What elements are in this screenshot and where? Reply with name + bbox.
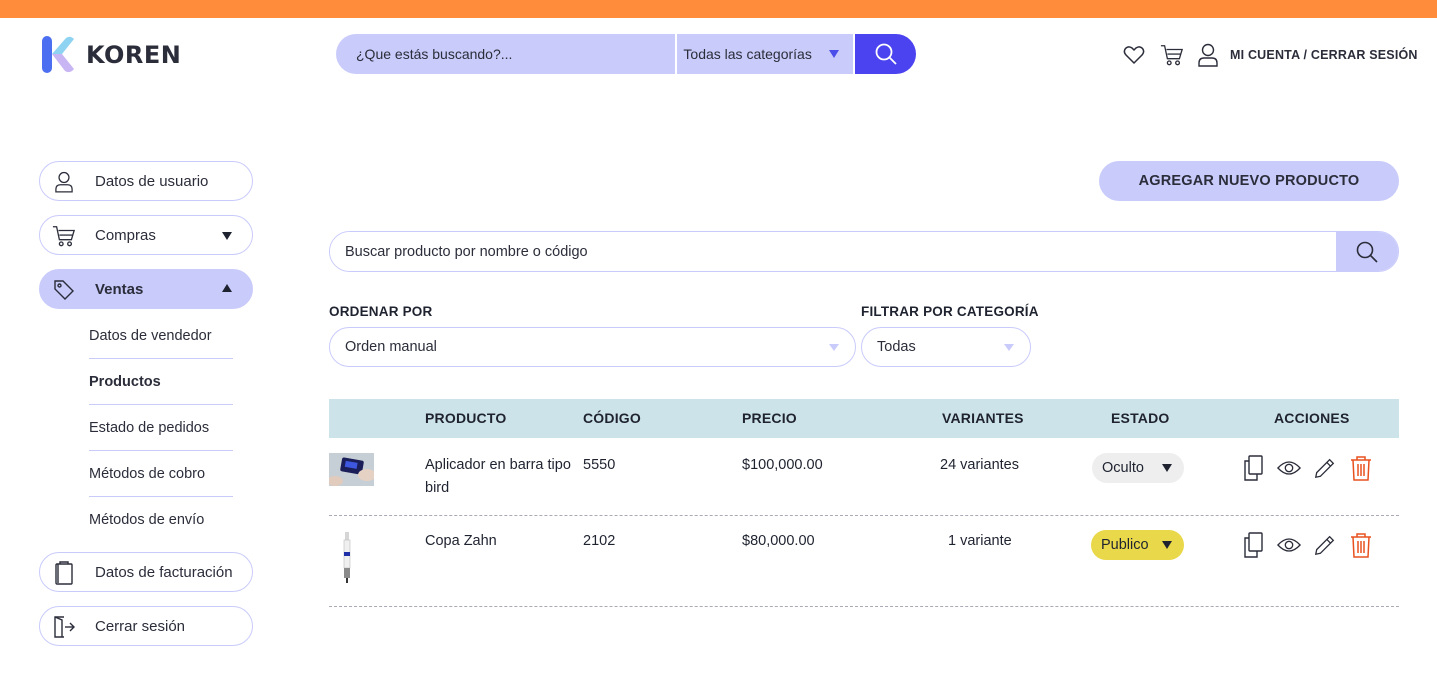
product-search	[329, 231, 1399, 272]
cart-icon	[1160, 45, 1184, 66]
sidebar-subitem-shipping-methods[interactable]: Métodos de envío	[89, 497, 233, 543]
tag-icon	[52, 278, 76, 302]
eye-icon[interactable]	[1277, 532, 1301, 558]
table-header: PRODUCTO CÓDIGO PRECIO VARIANTES ESTADO …	[329, 399, 1399, 438]
sort-label: ORDENAR POR	[329, 304, 433, 319]
chevron-up-icon	[222, 284, 232, 292]
logo[interactable]: KOREN	[40, 36, 181, 74]
account-button[interactable]	[1196, 42, 1220, 68]
sidebar-item-purchases[interactable]: Compras	[39, 215, 253, 255]
heart-icon	[1123, 46, 1145, 65]
category-filter-select[interactable]: Todas	[861, 327, 1031, 367]
sort-select[interactable]: Orden manual	[329, 327, 856, 367]
account-logout-link[interactable]: MI CUENTA / CERRAR SESIÓN	[1230, 48, 1418, 62]
top-accent-bar	[0, 0, 1437, 18]
status-select[interactable]: Oculto	[1092, 453, 1184, 483]
row-actions	[1241, 455, 1385, 481]
table-row: Aplicador en barra tipo bird 5550 $100,0…	[329, 438, 1399, 516]
column-header-variants[interactable]: VARIANTES	[942, 410, 1024, 426]
product-name[interactable]: Aplicador en barra tipo bird	[425, 454, 575, 500]
wishlist-button[interactable]	[1122, 42, 1146, 68]
product-code: 5550	[583, 457, 616, 473]
copy-icon[interactable]	[1241, 532, 1265, 558]
chevron-down-icon	[1162, 541, 1172, 549]
sidebar-item-billing[interactable]: Datos de facturación	[39, 552, 253, 592]
user-icon	[1198, 43, 1218, 67]
sidebar-item-sales[interactable]: Ventas	[39, 269, 253, 309]
column-header-price[interactable]: PRECIO	[742, 410, 797, 426]
chevron-down-icon	[1004, 344, 1014, 351]
column-header-product[interactable]: PRODUCTO	[425, 410, 506, 426]
search-icon	[875, 43, 897, 65]
logout-icon	[52, 615, 76, 639]
category-select[interactable]: Todas las categorías	[677, 34, 854, 74]
chevron-down-icon	[829, 344, 839, 351]
pencil-icon[interactable]	[1313, 532, 1337, 558]
product-thumbnail[interactable]	[329, 453, 374, 486]
filter-label: FILTRAR POR CATEGORÍA	[861, 304, 1039, 319]
user-icon	[52, 170, 76, 194]
product-code: 2102	[583, 533, 616, 549]
product-variants[interactable]: 24 variantes	[940, 454, 1019, 477]
sidebar-item-label: Compras	[95, 226, 156, 244]
column-header-code[interactable]: CÓDIGO	[583, 410, 641, 426]
sidebar-subitem-seller-data[interactable]: Datos de vendedor	[89, 313, 233, 359]
eye-icon[interactable]	[1277, 455, 1301, 481]
trash-icon[interactable]	[1349, 532, 1373, 558]
sidebar-item-logout[interactable]: Cerrar sesión	[39, 606, 253, 646]
row-actions	[1241, 532, 1385, 558]
status-value: Oculto	[1102, 460, 1144, 476]
brand-name: KOREN	[86, 41, 182, 69]
sidebar-item-user-data[interactable]: Datos de usuario	[39, 161, 253, 201]
table-row: Copa Zahn 2102 $80,000.00 1 variante Pub…	[329, 516, 1399, 607]
column-header-actions: ACCIONES	[1274, 410, 1350, 426]
koren-logo-icon	[40, 36, 78, 74]
header-search: Todas las categorías	[336, 34, 916, 74]
clipboard-icon	[52, 561, 76, 585]
product-thumbnail[interactable]	[339, 530, 355, 584]
sidebar-subitem-payment-methods[interactable]: Métodos de cobro	[89, 451, 233, 497]
product-search-input[interactable]	[330, 232, 1336, 271]
category-filter-value: Todas	[877, 339, 916, 355]
search-icon	[1356, 241, 1378, 263]
sidebar-subitem-products[interactable]: Productos	[89, 359, 233, 405]
add-product-button[interactable]: AGREGAR NUEVO PRODUCTO	[1099, 161, 1399, 201]
sidebar-item-label: Cerrar sesión	[95, 617, 186, 635]
sidebar-item-label: Datos de facturación	[95, 563, 233, 581]
product-search-button[interactable]	[1336, 232, 1398, 271]
sidebar-subitem-order-status[interactable]: Estado de pedidos	[89, 405, 233, 451]
column-header-status[interactable]: ESTADO	[1111, 410, 1170, 426]
status-select[interactable]: Publico	[1091, 530, 1184, 560]
sidebar-item-label: Ventas	[95, 280, 144, 298]
chevron-down-icon	[222, 232, 232, 240]
sort-select-value: Orden manual	[345, 339, 437, 355]
status-value: Publico	[1101, 537, 1149, 553]
product-price: $100,000.00	[742, 457, 823, 473]
cart-icon	[52, 224, 76, 248]
product-variants[interactable]: 1 variante	[948, 530, 1012, 553]
chevron-down-icon	[829, 50, 840, 58]
product-price: $80,000.00	[742, 533, 815, 549]
trash-icon[interactable]	[1349, 455, 1373, 481]
cart-button[interactable]	[1160, 42, 1184, 68]
sidebar-item-label: Datos de usuario	[95, 172, 209, 190]
chevron-down-icon	[1162, 464, 1172, 472]
search-button[interactable]	[855, 34, 916, 74]
pencil-icon[interactable]	[1313, 455, 1337, 481]
header-actions: MI CUENTA / CERRAR SESIÓN	[1122, 42, 1418, 68]
copy-icon[interactable]	[1241, 455, 1265, 481]
search-input[interactable]	[336, 34, 676, 74]
product-name[interactable]: Copa Zahn	[425, 530, 497, 553]
category-select-value: Todas las categorías	[683, 46, 812, 62]
